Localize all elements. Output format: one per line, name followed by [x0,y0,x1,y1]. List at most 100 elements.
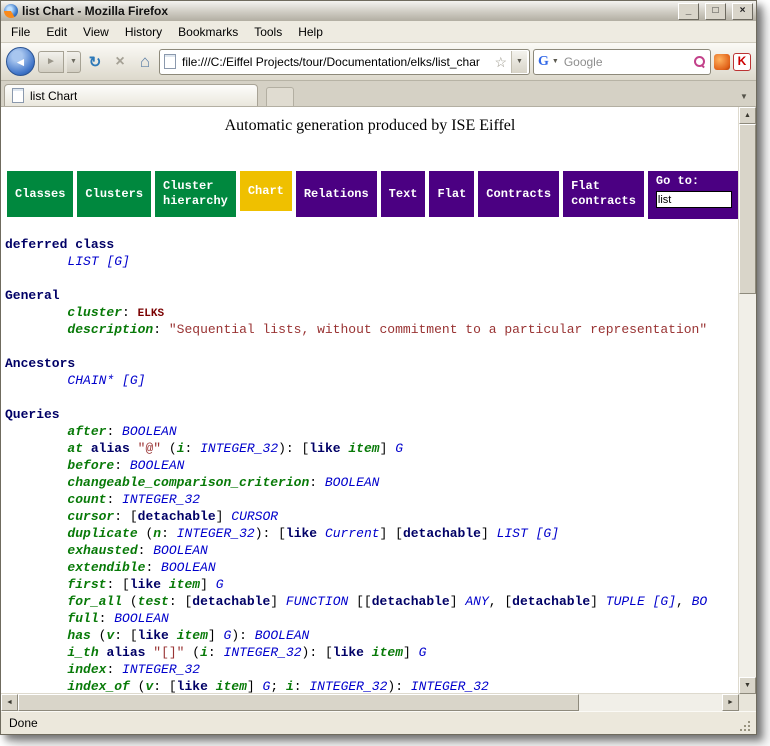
nav-label: Clusters [85,187,143,202]
code-line: after: BOOLEAN [5,423,739,440]
page-icon [164,54,176,69]
vertical-scrollbar[interactable]: ▲ ▼ [738,107,756,694]
nav-label: Text [389,187,418,202]
nav-label: contracts [571,194,636,209]
code-line: cursor: [detachable] CURSOR [5,508,739,525]
code-line: at alias "@" (i: INTEGER_32): [like item… [5,440,739,457]
menu-bookmarks[interactable]: Bookmarks [170,23,246,41]
nav-clusters[interactable]: Clusters [77,171,151,217]
nav-label: Flat [437,187,466,202]
history-dropdown-icon[interactable]: ▼ [67,51,81,73]
nav-label: Classes [15,187,65,202]
code-line: i_th alias "[]" (i: INTEGER_32): [like i… [5,644,739,661]
forward-button[interactable]: ► [38,51,64,73]
code-line: deferred class [5,236,739,253]
google-logo-icon[interactable]: G [538,54,549,70]
extension-icon-1[interactable] [714,54,730,70]
maximize-button[interactable]: □ [705,3,726,20]
nav-cluster-hierarchy[interactable]: Clusterhierarchy [155,171,236,217]
code-line: changeable_comparison_criterion: BOOLEAN [5,474,739,491]
firefox-icon [4,4,18,18]
home-icon[interactable]: ⌂ [134,51,156,73]
nav-flat[interactable]: Flat [429,171,474,217]
code-line: Ancestors [5,355,739,372]
browser-viewport: Automatic generation produced by ISE Eif… [1,107,756,711]
nav-label: Relations [304,187,369,202]
list-all-tabs-icon[interactable]: ▼ [735,87,753,106]
extension-icon-2[interactable]: K [733,53,751,71]
status-bar: Done [1,711,756,734]
menu-view[interactable]: View [75,23,117,41]
code-line: cluster: ELKS [5,304,739,321]
tab-bar: list Chart ▼ [1,81,756,107]
code-line: for_all (test: [detachable] FUNCTION [[d… [5,593,739,610]
nav-chart[interactable]: Chart [240,171,292,211]
url-input[interactable] [180,54,490,70]
goto-input[interactable] [656,191,732,208]
vertical-scroll-thumb[interactable] [739,124,756,294]
title-bar[interactable]: list Chart - Mozilla Firefox _ □ × [1,1,756,21]
address-bar[interactable]: ☆ ▼ [159,49,530,75]
menu-history[interactable]: History [117,23,170,41]
nav-text[interactable]: Text [381,171,426,217]
code-line: before: BOOLEAN [5,457,739,474]
nav-label: Contracts [486,187,551,202]
nav-label: Cluster [163,179,228,194]
nav-goto[interactable]: Go to: [648,171,739,219]
tab-list-chart[interactable]: list Chart [4,84,258,106]
nav-classes[interactable]: Classes [7,171,73,217]
url-dropdown-icon[interactable]: ▼ [511,51,527,73]
tab-label: list Chart [30,89,77,103]
menu-file[interactable]: File [3,23,38,41]
code-line: LIST [G] [5,253,739,270]
menu-edit[interactable]: Edit [38,23,75,41]
horizontal-scrollbar[interactable]: ◄ ► [1,693,739,711]
nav-label: Flat [571,179,636,194]
code-line: first: [like item] G [5,576,739,593]
doc-nav-row: ClassesClustersClusterhierarchyChartRela… [7,171,739,219]
code-line: description: "Sequential lists, without … [5,321,739,338]
resize-grip[interactable] [740,718,754,732]
navigation-toolbar: ◄ ► ▼ ↻ × ⌂ ☆ ▼ G ▼ K [1,43,756,81]
code-line: Queries [5,406,739,423]
menu-bar: FileEditViewHistoryBookmarksToolsHelp [1,21,756,43]
search-bar[interactable]: G ▼ [533,49,711,75]
menu-help[interactable]: Help [290,23,331,41]
nav-flat-contracts[interactable]: Flatcontracts [563,171,644,217]
code-line: count: INTEGER_32 [5,491,739,508]
scroll-down-icon[interactable]: ▼ [739,677,756,694]
stop-icon[interactable]: × [109,51,131,73]
nav-label: hierarchy [163,194,228,209]
reload-icon[interactable]: ↻ [84,51,106,73]
close-button[interactable]: × [732,3,753,20]
code-line: has (v: [like item] G): BOOLEAN [5,627,739,644]
search-magnifier-icon[interactable] [693,55,706,68]
bookmark-star-icon[interactable]: ☆ [494,55,507,69]
scroll-left-icon[interactable]: ◄ [1,694,18,711]
page-title: Automatic generation produced by ISE Eif… [1,117,739,135]
minimize-button[interactable]: _ [678,3,699,20]
code-line: index: INTEGER_32 [5,661,739,678]
nav-relations[interactable]: Relations [296,171,377,217]
search-engine-dropdown-icon[interactable]: ▼ [552,58,559,65]
horizontal-scroll-thumb[interactable] [18,694,579,711]
nav-contracts[interactable]: Contracts [478,171,559,217]
code-line: exhausted: BOOLEAN [5,542,739,559]
code-line: extendible: BOOLEAN [5,559,739,576]
code-line: CHAIN* [G] [5,372,739,389]
menu-tools[interactable]: Tools [246,23,290,41]
search-input[interactable] [562,54,690,70]
status-text: Done [9,716,38,730]
back-button[interactable]: ◄ [6,47,35,76]
code-line [5,389,739,406]
nav-label: Go to: [656,174,732,189]
code-line: General [5,287,739,304]
code-area: deferred class LIST [G] General cluster:… [5,236,739,694]
code-line: full: BOOLEAN [5,610,739,627]
scroll-right-icon[interactable]: ► [722,694,739,711]
code-line: duplicate (n: INTEGER_32): [like Current… [5,525,739,542]
scroll-up-icon[interactable]: ▲ [739,107,756,124]
code-line [5,338,739,355]
new-tab-stub[interactable] [266,87,294,106]
tab-page-icon [12,88,24,103]
